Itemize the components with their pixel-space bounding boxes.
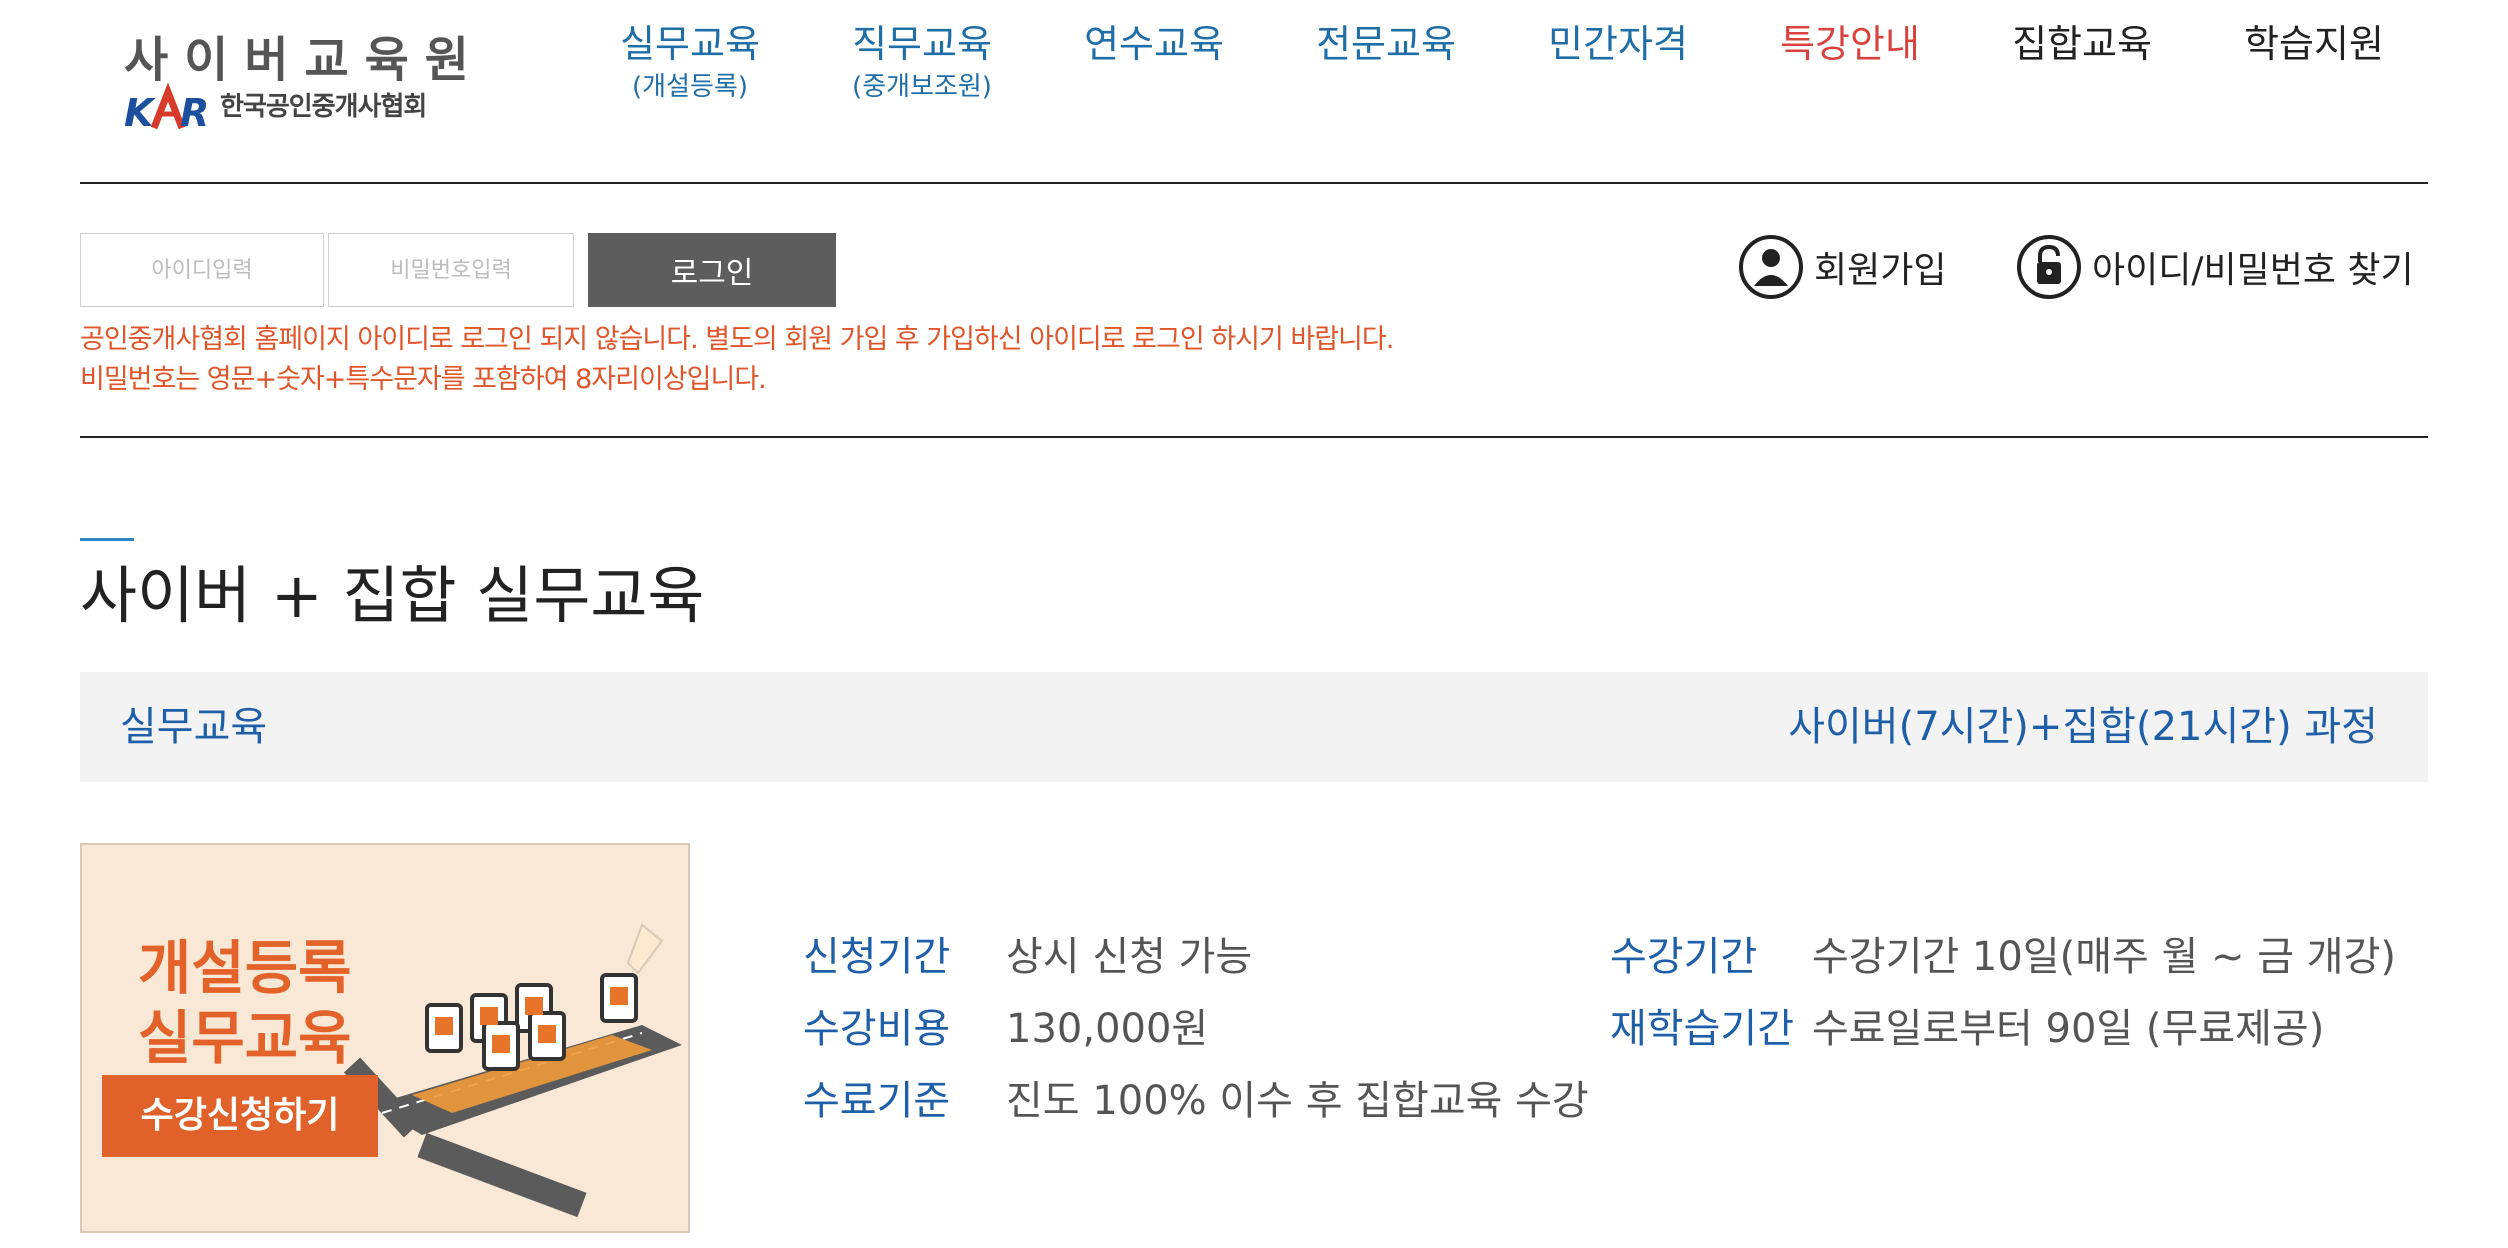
banner-line: 실무교육	[138, 1004, 352, 1072]
relearn-period-label: 재학습기간	[1610, 1006, 1794, 1052]
logo-title: 사이버교육원	[124, 32, 485, 88]
notice-line: 공인중개사협회 홈페이지 아이디로 로그인 되지 않습니다. 별도의 회원 가입…	[80, 324, 1394, 355]
nav-label: 연수교육	[1084, 22, 1224, 66]
page: 사이버교육원 K R 한국공인중개사협회 실무교육 (개설등록) 직무교육 (중…	[0, 0, 2508, 1248]
banner-title: 개설등록 실무교육	[138, 933, 351, 1073]
user-icon	[1739, 235, 1803, 299]
nav-sub: (개설등록)	[632, 72, 748, 102]
apply-period-label: 신청기간	[803, 934, 951, 980]
signup-link[interactable]: 회원가입	[1738, 232, 1946, 302]
main-nav: 실무교육 (개설등록) 직무교육 (중개보조원) 연수교육 전문교육 민간자격 …	[590, 18, 2430, 118]
id-input[interactable]	[80, 233, 324, 307]
nav-label: 특강안내	[1780, 22, 1920, 66]
apply-period-value: 상시 신청 가능	[1006, 934, 1253, 980]
nav-label: 전문교육	[1316, 22, 1456, 66]
kar-logo-icon: K R	[124, 82, 209, 135]
banner-line: 개설등록	[138, 934, 352, 1002]
svg-text:R: R	[180, 91, 209, 135]
completion-value: 진도 100% 이수 후 집합교육 수강	[1006, 1078, 1589, 1124]
nav-practical[interactable]: 실무교육 (개설등록)	[590, 18, 790, 104]
nav-label: 학습지원	[2244, 22, 2384, 66]
nav-special-lecture[interactable]: 특강안내	[1750, 18, 1950, 70]
course-category: 실무교육	[120, 704, 268, 750]
nav-learning-support[interactable]: 학습지원	[2214, 18, 2414, 70]
login-divider	[80, 436, 2428, 438]
completion-label: 수료기준	[803, 1078, 951, 1124]
nav-sub: (중개보조원)	[852, 72, 992, 102]
org-name: 한국공인중개사협회	[220, 92, 427, 122]
page-title: 사이버 + 집합 실무교육	[80, 559, 705, 632]
course-name: 사이버(7시간)+집합(21시간) 과정	[1788, 704, 2378, 750]
nav-label: 실무교육	[620, 22, 760, 66]
nav-label: 민간자격	[1548, 22, 1688, 66]
nav-professional[interactable]: 전문교육	[1286, 18, 1486, 70]
nav-label: 직무교육	[852, 22, 992, 66]
password-input[interactable]	[328, 233, 574, 307]
apply-button[interactable]: 수강신청하기	[102, 1075, 378, 1157]
course-period-value: 수강기간 10일(매주 월 ~ 금 개강)	[1812, 934, 2396, 980]
nav-training[interactable]: 연수교육	[1054, 18, 1254, 70]
site-logo[interactable]: 사이버교육원 K R 한국공인중개사협회	[124, 20, 469, 135]
find-account-link[interactable]: 아이디/비밀번호 찾기	[2016, 232, 2414, 302]
lock-icon	[2017, 235, 2081, 299]
header-divider	[80, 182, 2428, 184]
fee-label: 수강비용	[803, 1006, 951, 1052]
notice-line: 비밀번호는 영문+숫자+특수문자를 포함하여 8자리이상입니다.	[80, 364, 767, 395]
course-bar: 실무교육 사이버(7시간)+집합(21시간) 과정	[80, 672, 2428, 782]
apply-banner[interactable]: 개설등록 실무교육 수강신청하기	[80, 843, 690, 1233]
course-period-label: 수강기간	[1610, 934, 1758, 980]
signup-label: 회원가입	[1814, 250, 1947, 291]
title-accent	[80, 538, 134, 541]
nav-private-cert[interactable]: 민간자격	[1518, 18, 1718, 70]
nav-group-education[interactable]: 집합교육	[1982, 18, 2182, 70]
find-account-label: 아이디/비밀번호 찾기	[2092, 250, 2414, 291]
svg-text:K: K	[124, 91, 156, 135]
login-notice: 공인중개사협회 홈페이지 아이디로 로그인 되지 않습니다. 별도의 회원 가입…	[80, 320, 1394, 400]
nav-label: 집합교육	[2012, 22, 2152, 66]
fee-value: 130,000원	[1006, 1006, 1209, 1052]
login-button[interactable]: 로그인	[588, 233, 836, 307]
nav-duty[interactable]: 직무교육 (중개보조원)	[822, 18, 1022, 104]
relearn-period-value: 수료일로부터 90일 (무료제공)	[1812, 1006, 2325, 1052]
